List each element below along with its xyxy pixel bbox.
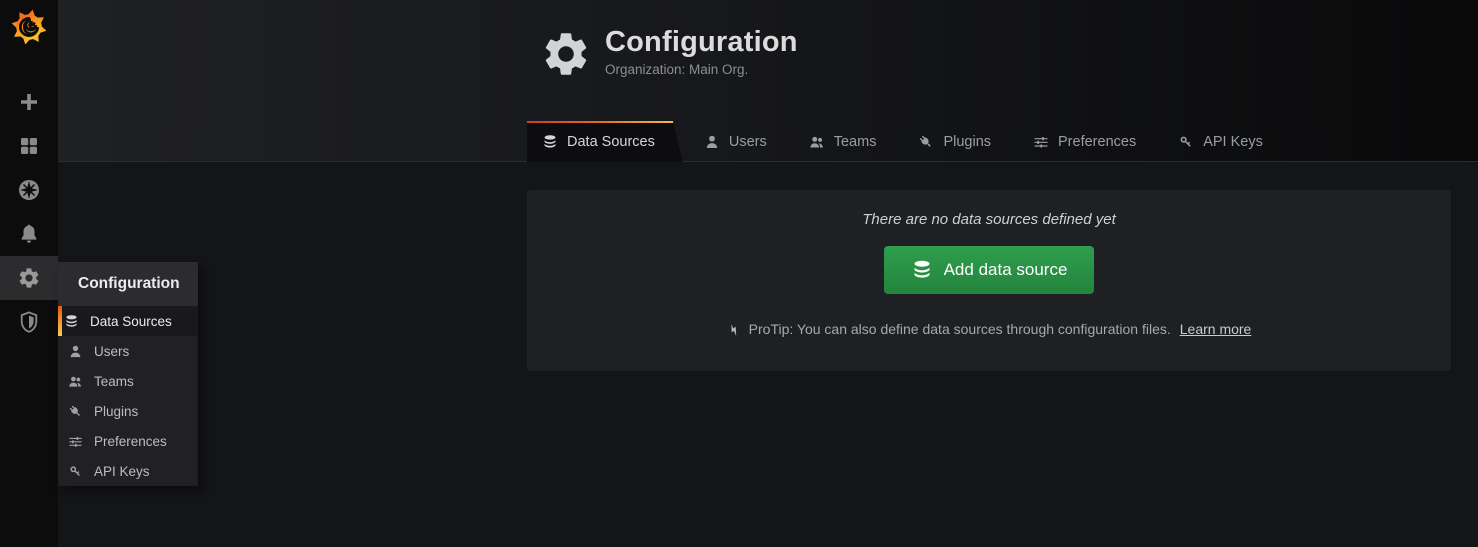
tab-label: Data Sources [567, 134, 655, 150]
flyout-item-label: Users [94, 344, 129, 359]
database-icon [64, 314, 79, 329]
flyout-item-preferences[interactable]: Preferences [58, 426, 198, 456]
protip-text: ProTip: You can also define data sources… [749, 321, 1171, 337]
plus-icon [17, 90, 41, 114]
tab-data-sources[interactable]: Data Sources [527, 121, 683, 162]
sidebar-item-configuration[interactable] [0, 256, 58, 300]
bolt-icon [727, 322, 742, 337]
sidebar-item-server-admin[interactable] [0, 300, 58, 344]
page-header-canvas: Configuration Organization: Main Org. Da… [58, 0, 1478, 162]
team-icon [68, 374, 83, 389]
flyout-item-teams[interactable]: Teams [58, 366, 198, 396]
grafana-logo[interactable] [0, 0, 58, 48]
plug-icon [918, 134, 934, 150]
tab-api-keys[interactable]: API Keys [1157, 121, 1284, 162]
plug-icon [68, 404, 83, 419]
user-icon [68, 344, 83, 359]
learn-more-link[interactable]: Learn more [1180, 321, 1252, 337]
sidebar-item-explore[interactable] [0, 168, 58, 212]
page-subtitle: Organization: Main Org. [605, 62, 798, 77]
dashboards-icon [17, 134, 41, 158]
tab-plugins[interactable]: Plugins [897, 121, 1012, 162]
flyout-item-data-sources[interactable]: Data Sources [58, 306, 198, 336]
tab-label: Preferences [1058, 134, 1136, 150]
flyout-item-label: Preferences [94, 434, 167, 449]
database-icon [911, 259, 933, 281]
sliders-icon [1033, 134, 1049, 150]
add-data-source-label: Add data source [944, 260, 1068, 280]
sidebar-nav [0, 80, 58, 344]
flyout-item-label: API Keys [94, 464, 150, 479]
user-icon [704, 134, 720, 150]
protip-row: ProTip: You can also define data sources… [527, 321, 1451, 337]
sidebar-item-create[interactable] [0, 80, 58, 124]
flyout-item-plugins[interactable]: Plugins [58, 396, 198, 426]
page-title-block: Configuration Organization: Main Org. [605, 26, 798, 77]
flyout-item-users[interactable]: Users [58, 336, 198, 366]
tab-preferences[interactable]: Preferences [1012, 121, 1157, 162]
database-icon [542, 134, 558, 150]
explore-compass-icon [17, 178, 41, 202]
tab-teams[interactable]: Teams [788, 121, 898, 162]
tab-label: Teams [834, 134, 877, 150]
sidebar [0, 0, 58, 547]
team-icon [809, 134, 825, 150]
sidebar-item-alerting[interactable] [0, 212, 58, 256]
flyout-item-label: Teams [94, 374, 134, 389]
tab-label: Plugins [943, 134, 991, 150]
tab-label: API Keys [1203, 134, 1263, 150]
key-icon [68, 464, 83, 479]
configuration-gear-icon [17, 266, 41, 290]
alerting-bell-icon [17, 222, 41, 246]
tab-label: Users [729, 134, 767, 150]
flyout-item-label: Plugins [94, 404, 138, 419]
shield-icon [17, 310, 41, 334]
grafana-configuration-page: Configuration Organization: Main Org. Da… [0, 0, 1478, 547]
tab-bar: Data Sources Users Teams Plugins Prefere… [527, 121, 1284, 162]
data-sources-panel: There are no data sources defined yet Ad… [527, 190, 1451, 371]
sliders-icon [68, 434, 83, 449]
flyout-title: Configuration [58, 262, 198, 306]
gear-icon [540, 28, 592, 80]
empty-state-message: There are no data sources defined yet [527, 190, 1451, 228]
flyout-item-api-keys[interactable]: API Keys [58, 456, 198, 486]
flyout-item-label: Data Sources [90, 314, 172, 329]
page-title: Configuration [605, 26, 798, 59]
add-data-source-button[interactable]: Add data source [884, 246, 1095, 294]
tab-users[interactable]: Users [683, 121, 788, 162]
key-icon [1178, 134, 1194, 150]
sidebar-item-dashboards[interactable] [0, 124, 58, 168]
page-header: Configuration Organization: Main Org. [58, 0, 1478, 80]
configuration-flyout-menu: Configuration Data Sources Users Teams P… [58, 262, 198, 486]
